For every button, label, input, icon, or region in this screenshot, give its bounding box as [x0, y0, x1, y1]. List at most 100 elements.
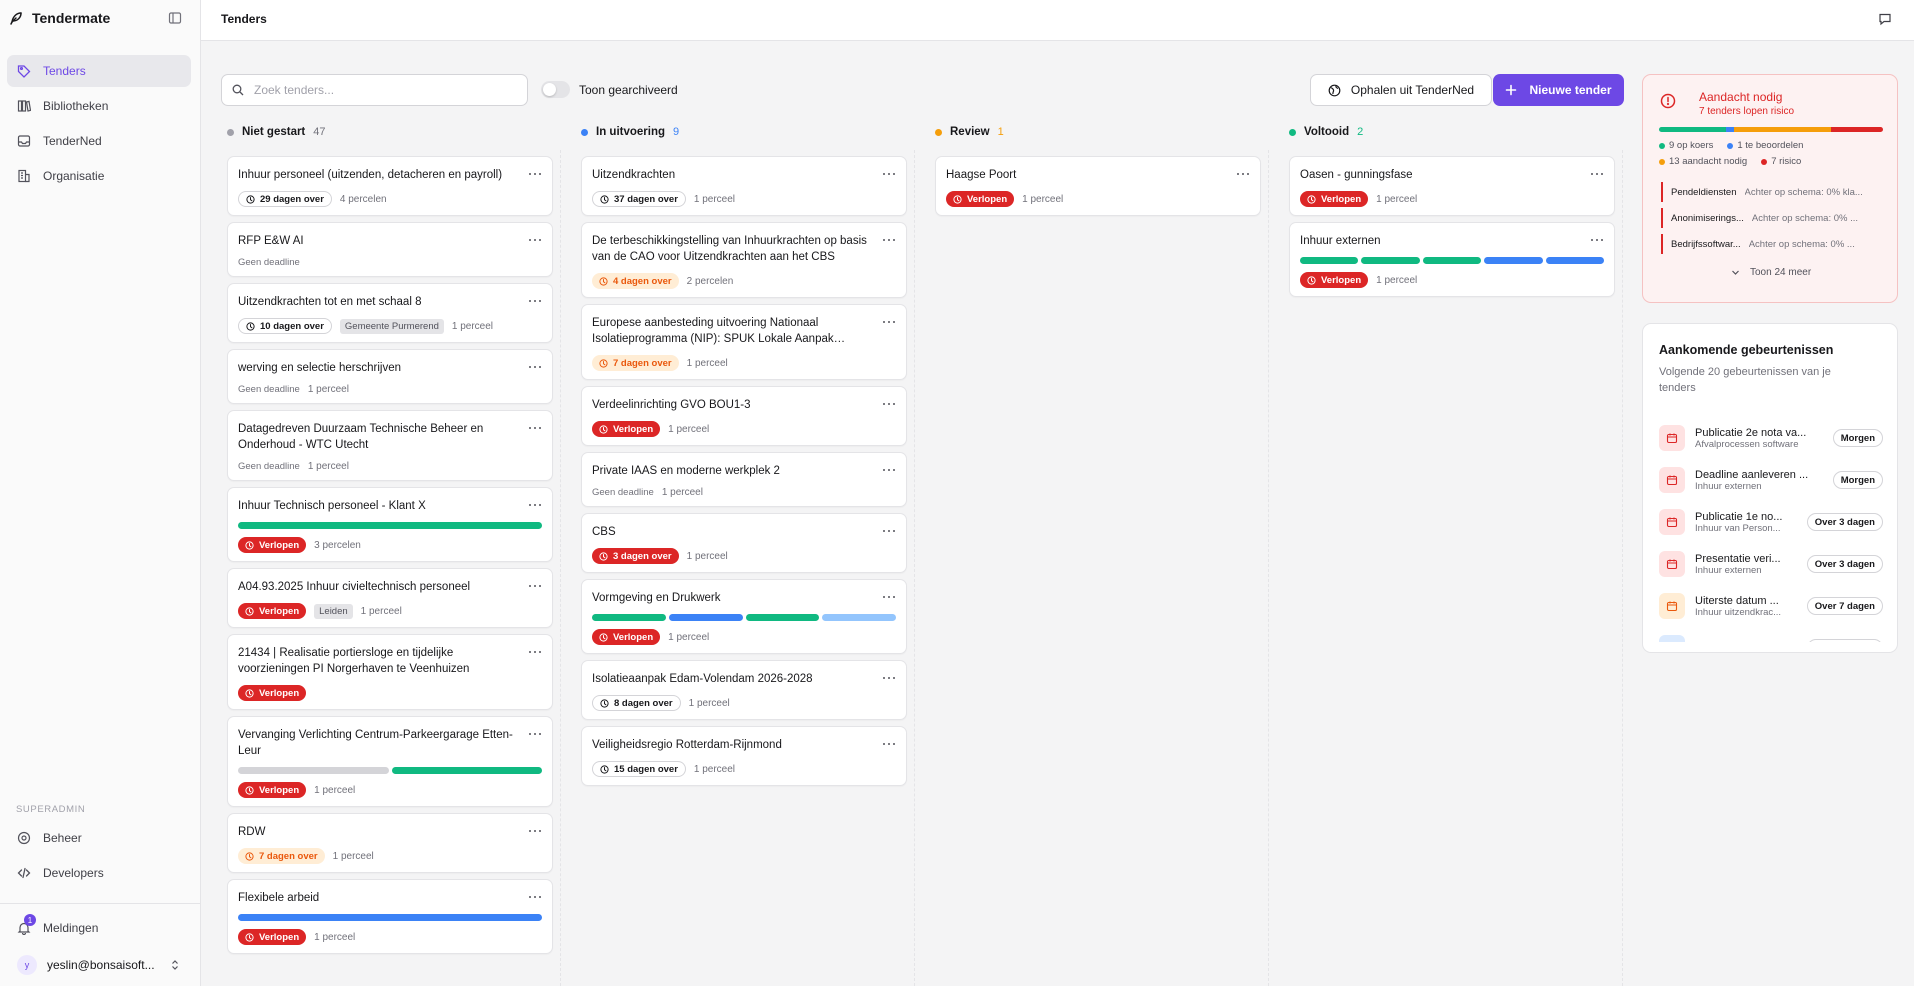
show-more-button[interactable]: Toon 24 meer: [1731, 267, 1811, 278]
events-subtitle: Volgende 20 gebeurtenissen van je tender…: [1659, 366, 1831, 394]
archived-toggle-group[interactable]: Toon gearchiveerd: [541, 81, 678, 98]
progress-segment: [238, 914, 542, 921]
tender-card[interactable]: RDW 7 dagen over 1 perceel: [227, 813, 553, 873]
tender-card[interactable]: Verdeelinrichting GVO BOU1-3 Verlopen 1 pe…: [581, 386, 907, 446]
more-options-icon[interactable]: [883, 672, 895, 684]
more-options-icon[interactable]: [529, 580, 541, 592]
calendar-icon: [1666, 517, 1678, 528]
tender-card[interactable]: A04.93.2025 Inhuur civieltechnisch perso…: [227, 568, 553, 628]
tender-card[interactable]: Inhuur externen Verlopen 1 perceel: [1289, 222, 1615, 297]
more-options-icon[interactable]: [883, 168, 895, 180]
at-risk-tender[interactable]: Pendeldiensten Achter op schema: 0% kla..…: [1661, 182, 1883, 202]
chevron-up-down-icon[interactable]: [170, 959, 180, 971]
more-options-icon[interactable]: [529, 295, 541, 307]
event-row[interactable]: Publicatie 1e no... Inhuur van Person... O…: [1659, 501, 1883, 543]
tender-card[interactable]: Europese aanbesteding uitvoering Nationa…: [581, 304, 907, 380]
sidebar-toggle-icon[interactable]: [168, 11, 182, 25]
more-options-icon[interactable]: [883, 398, 895, 410]
more-options-icon[interactable]: [529, 168, 541, 180]
archived-toggle[interactable]: [541, 81, 570, 98]
more-options-icon[interactable]: [1237, 168, 1249, 180]
column-title: Niet gestart: [242, 126, 306, 138]
sidebar-item-tenders[interactable]: Tenders: [7, 55, 191, 87]
progress-segment: [1484, 257, 1543, 264]
search-input[interactable]: [254, 83, 514, 97]
user-menu[interactable]: y yeslin@bonsaisoft...: [17, 955, 155, 975]
sidebar-item-beheer[interactable]: Beheer: [7, 822, 191, 854]
more-options-icon[interactable]: [529, 499, 541, 511]
legend-item: 9 op koers: [1659, 140, 1713, 151]
more-options-icon[interactable]: [883, 591, 895, 603]
tender-card[interactable]: Haagse Poort Verlopen 1 perceel: [935, 156, 1261, 216]
more-options-icon[interactable]: [529, 646, 541, 658]
tender-card[interactable]: Vormgeving en Drukwerk Verlopen 1 perceel: [581, 579, 907, 654]
card-meta: Verlopen 1 perceel: [238, 929, 542, 945]
tender-title: Inhuur Technisch personeel - Klant X: [238, 500, 426, 512]
tender-card[interactable]: Isolatieaanpak Edam-Volendam 2026-2028 8 …: [581, 660, 907, 720]
column-count: 1: [997, 126, 1004, 138]
sidebar-item-bibliotheken[interactable]: Bibliotheken: [7, 90, 191, 122]
more-options-icon[interactable]: [883, 464, 895, 476]
more-options-icon[interactable]: [529, 361, 541, 373]
tender-card[interactable]: Uitzendkrachten 37 dagen over 1 perceel: [581, 156, 907, 216]
more-options-icon[interactable]: [529, 891, 541, 903]
deadline-badge: Verlopen: [238, 603, 307, 619]
lot-progress-bar: [238, 522, 542, 529]
more-options-icon[interactable]: [883, 525, 895, 537]
alert-icon: [245, 688, 254, 698]
more-options-icon[interactable]: [529, 825, 541, 837]
event-tender: Inhuur externen: [1695, 480, 1762, 492]
clock-icon: [600, 194, 609, 204]
more-options-icon[interactable]: [883, 316, 895, 328]
event-tender: Afvalprocessen software: [1695, 438, 1799, 450]
event-when-badge: Over 3 dagen: [1806, 513, 1883, 531]
event-row[interactable]: Deadline aanleveren ... Inhuur externen Mo…: [1659, 459, 1883, 501]
event-row[interactable]: Uiterste datum ... Inhuur uitzendkrac... O…: [1659, 585, 1883, 627]
more-options-icon[interactable]: [529, 728, 541, 740]
lot-progress-bar: [1300, 257, 1605, 264]
sidebar-item-tenderned[interactable]: TenderNed: [7, 125, 191, 157]
deadline-badge: 7 dagen over: [238, 848, 325, 864]
column-count: 47: [313, 126, 326, 138]
sidebar-item-organisatie[interactable]: Organisatie: [7, 160, 191, 192]
tender-card[interactable]: CBS 3 dagen over 1 perceel: [581, 513, 907, 573]
at-risk-tender[interactable]: Bedrijfssoftwar... Achter op schema: 0% .…: [1661, 234, 1883, 254]
tender-card[interactable]: RFP E&W AI Geen deadline: [227, 222, 553, 277]
tender-card[interactable]: Inhuur personeel (uitzenden, detacheren …: [227, 156, 553, 216]
tender-card[interactable]: werving en selectie herschrijven Geen dea…: [227, 349, 553, 404]
event-row[interactable]: Publicatie 2e nota va... Afvalprocessen s…: [1659, 417, 1883, 459]
tender-card[interactable]: De terbeschikkingstelling van Inhuurkrac…: [581, 222, 907, 298]
chat-icon[interactable]: [1878, 12, 1892, 26]
search-box[interactable]: [221, 74, 528, 106]
more-options-icon[interactable]: [1591, 234, 1603, 246]
tender-card[interactable]: 21434 | Realisatie portiersloge en tijde…: [227, 634, 553, 710]
tender-card[interactable]: Vervanging Verlichting Centrum-Parkeerga…: [227, 716, 553, 807]
more-options-icon[interactable]: [883, 738, 895, 750]
legend-label: 9 op koers: [1669, 140, 1714, 151]
tender-card[interactable]: Datagedreven Duurzaam Technische Beheer …: [227, 410, 553, 481]
tender-card[interactable]: Flexibele arbeid Verlopen 1 perceel: [227, 879, 553, 954]
lots-count: 1 perceel: [686, 550, 728, 562]
notifications-button[interactable]: 1 Meldingen: [17, 914, 98, 935]
event-icon-wrap: [1659, 551, 1685, 577]
sidebar-item-developers[interactable]: Developers: [7, 857, 191, 889]
tender-card[interactable]: Oasen - gunningsfase Verlopen 1 perceel: [1289, 156, 1615, 216]
event-row[interactable]: Presentatie veri... Inhuur externen Over 3…: [1659, 543, 1883, 585]
fetch-tenderned-button[interactable]: Ophalen uit TenderNed: [1310, 74, 1492, 106]
more-options-icon[interactable]: [883, 234, 895, 246]
more-options-icon[interactable]: [1591, 168, 1603, 180]
more-options-icon[interactable]: [529, 234, 541, 246]
tender-card[interactable]: Inhuur Technisch personeel - Klant X Verl…: [227, 487, 553, 562]
progress-segment: [1545, 257, 1605, 264]
event-row[interactable]: Sluiting vragen...Over 8 dagen: [1659, 627, 1883, 642]
tender-card[interactable]: Uitzendkrachten tot en met schaal 8 10 da…: [227, 283, 553, 343]
user-email: yeslin@bonsaisoft...: [47, 958, 155, 972]
new-tender-button[interactable]: Nieuwe tender: [1493, 74, 1624, 106]
tender-card[interactable]: Veiligheidsregio Rotterdam-Rijnmond 15 da…: [581, 726, 907, 786]
event-text: Publicatie 1e no... Inhuur van Person...: [1695, 511, 1813, 534]
clock-icon: [600, 698, 609, 708]
at-risk-tender[interactable]: Anonimiserings... Achter op schema: 0% ..…: [1661, 208, 1883, 228]
more-options-icon[interactable]: [529, 422, 541, 434]
brand[interactable]: Tendermate: [8, 10, 110, 26]
tender-card[interactable]: Private IAAS en moderne werkplek 2 Geen d…: [581, 452, 907, 507]
